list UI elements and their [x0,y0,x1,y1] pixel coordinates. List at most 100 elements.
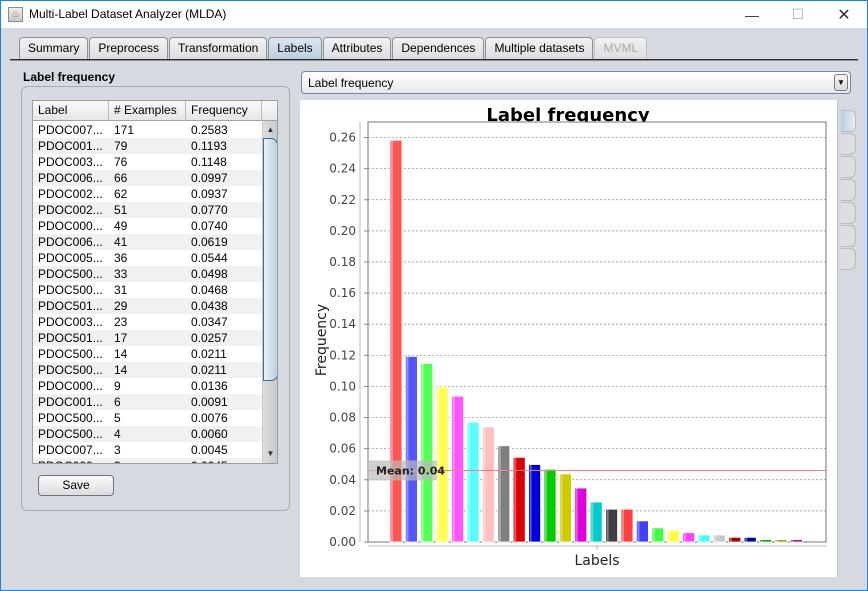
bar-highlight [529,464,532,542]
cell-frequency: 0.0619 [191,235,228,249]
table-body: PDOC007... 171 0.2583 PDOC001... 79 0.1193 PDO… [33,122,262,463]
minimize-button[interactable]: — [729,1,775,28]
bar-highlight [637,520,640,542]
tab-transformation[interactable]: Transformation [169,37,268,59]
cell-frequency: 0.0468 [191,283,228,297]
tab-summary[interactable]: Summary [19,37,89,59]
table-row[interactable]: PDOC000...30.0045 [33,458,262,463]
side-tab[interactable] [841,133,856,155]
y-tick-label: 0.00 [329,535,356,549]
tab-preprocess[interactable]: Preprocess [89,37,169,59]
table-row[interactable]: PDOC006... 41 0.0619 [33,234,262,250]
scroll-up-icon[interactable]: ▲ [263,123,277,137]
tab-multiple-datasets[interactable]: Multiple datasets [485,37,594,59]
table-row[interactable]: PDOC500... 33 0.0498 [33,266,262,282]
cell-label: PDOC002... [38,203,103,217]
cell-label: PDOC007... [38,443,103,457]
table-row[interactable]: PDOC500... 14 0.0211 [33,346,262,362]
cell-frequency: 0.1148 [191,155,227,169]
side-tab[interactable] [841,179,856,201]
bar-highlight [652,527,655,542]
table-row[interactable]: PDOC501... 17 0.0257 [33,330,262,346]
side-tab[interactable] [841,110,856,132]
cell-frequency: 0.0257 [191,331,228,345]
scrollbar-thumb[interactable] [263,138,277,381]
cell-label: PDOC500... [38,427,103,441]
table-row[interactable]: PDOC500... 14 0.0211 [33,362,262,378]
column-header-frequency[interactable]: Frequency [186,101,262,121]
tab-attributes[interactable]: Attributes [322,37,392,59]
bar-highlight [591,502,594,542]
table-row[interactable]: PDOC501... 29 0.0438 [33,298,262,314]
table-row[interactable]: PDOC007... 171 0.2583 [33,122,262,138]
table-row[interactable]: PDOC000... 9 0.0136 [33,378,262,394]
bar-highlight [468,422,470,542]
chevron-down-icon[interactable]: ▼ [834,74,848,91]
table-row[interactable]: PDOC500... 4 0.0060 [33,426,262,442]
mean-label: Mean: 0.04 [376,464,445,477]
y-axis-label: Frequency [314,304,330,376]
cell-examples: 23 [114,315,128,329]
cell-examples: 76 [114,155,128,169]
table-row[interactable]: PDOC001... 79 0.1193 [33,138,262,154]
cell-label: PDOC500... [38,363,103,377]
chart-type-select[interactable]: Label frequency ▼ [301,71,851,94]
tab-dependences[interactable]: Dependences [392,37,485,59]
save-button[interactable]: Save [38,475,114,496]
table-row[interactable]: PDOC000... 49 0.0740 [33,218,262,234]
y-tick-label: 0.26 [329,131,356,145]
bar-highlight [791,539,794,542]
cell-label: PDOC000... [38,219,103,233]
bar-highlight [606,509,609,542]
side-tab[interactable] [841,202,856,224]
table-row[interactable]: PDOC005... 36 0.0544 [33,250,262,266]
table-row[interactable]: PDOC003... 23 0.0347 [33,314,262,330]
table-row[interactable]: PDOC003... 76 0.1148 [33,154,262,170]
bar-highlight [729,537,732,542]
cell-label: PDOC003... [38,155,103,169]
side-tab[interactable] [841,225,856,247]
y-tick-label: 0.14 [329,317,356,331]
bar-highlight [483,426,486,542]
table-row[interactable]: PDOC500... 5 0.0076 [33,410,262,426]
bar-chart: Label frequency0.000.020.040.060.080.100… [314,105,827,569]
column-header-examples[interactable]: # Examples [109,101,186,121]
table-row[interactable]: PDOC007... 3 0.0045 [33,442,262,458]
bar-highlight [560,473,563,542]
y-tick-label: 0.22 [329,193,356,207]
bar-highlight [575,488,578,542]
window-title: Multi-Label Dataset Analyzer (MLDA) [29,7,227,21]
y-tick-label: 0.24 [329,162,356,176]
table-scrollbar[interactable]: ▲ ▼ [262,121,277,463]
left-panel-title: Label frequency [23,70,116,84]
cell-frequency: 0.0770 [191,203,228,217]
y-tick-label: 0.02 [329,504,356,518]
bar-highlight [699,535,701,542]
table-row[interactable]: PDOC500... 31 0.0468 [33,282,262,298]
cell-examples: 4 [114,427,121,441]
cell-frequency: 0.0740 [191,219,228,233]
side-tab[interactable] [841,248,856,270]
table-row[interactable]: PDOC002... 51 0.0770 [33,202,262,218]
column-header-label[interactable]: Label [33,101,109,121]
maximize-button[interactable]: ☐ [775,1,821,28]
table-row[interactable]: PDOC006... 66 0.0997 [33,170,262,186]
cell-label: PDOC001... [38,395,103,409]
title-bar: ♨ Multi-Label Dataset Analyzer (MLDA) — … [1,1,867,28]
cell-examples: 33 [114,267,128,281]
cell-examples: 62 [114,187,128,201]
y-tick-label: 0.10 [329,379,356,393]
cell-label: PDOC500... [38,347,103,361]
y-tick-label: 0.06 [329,442,356,456]
tab-labels[interactable]: Labels [268,37,322,59]
cell-examples: 79 [114,139,128,153]
cell-examples: 29 [114,299,128,313]
cell-label: PDOC006... [38,235,103,249]
close-button[interactable]: ✕ [821,1,867,28]
scroll-down-icon[interactable]: ▼ [263,447,277,461]
table-row[interactable]: PDOC001... 6 0.0091 [33,394,262,410]
cell-label: PDOC003... [38,315,103,329]
side-tab[interactable] [841,156,856,178]
cell-examples: 36 [114,251,128,265]
table-row[interactable]: PDOC002... 62 0.0937 [33,186,262,202]
